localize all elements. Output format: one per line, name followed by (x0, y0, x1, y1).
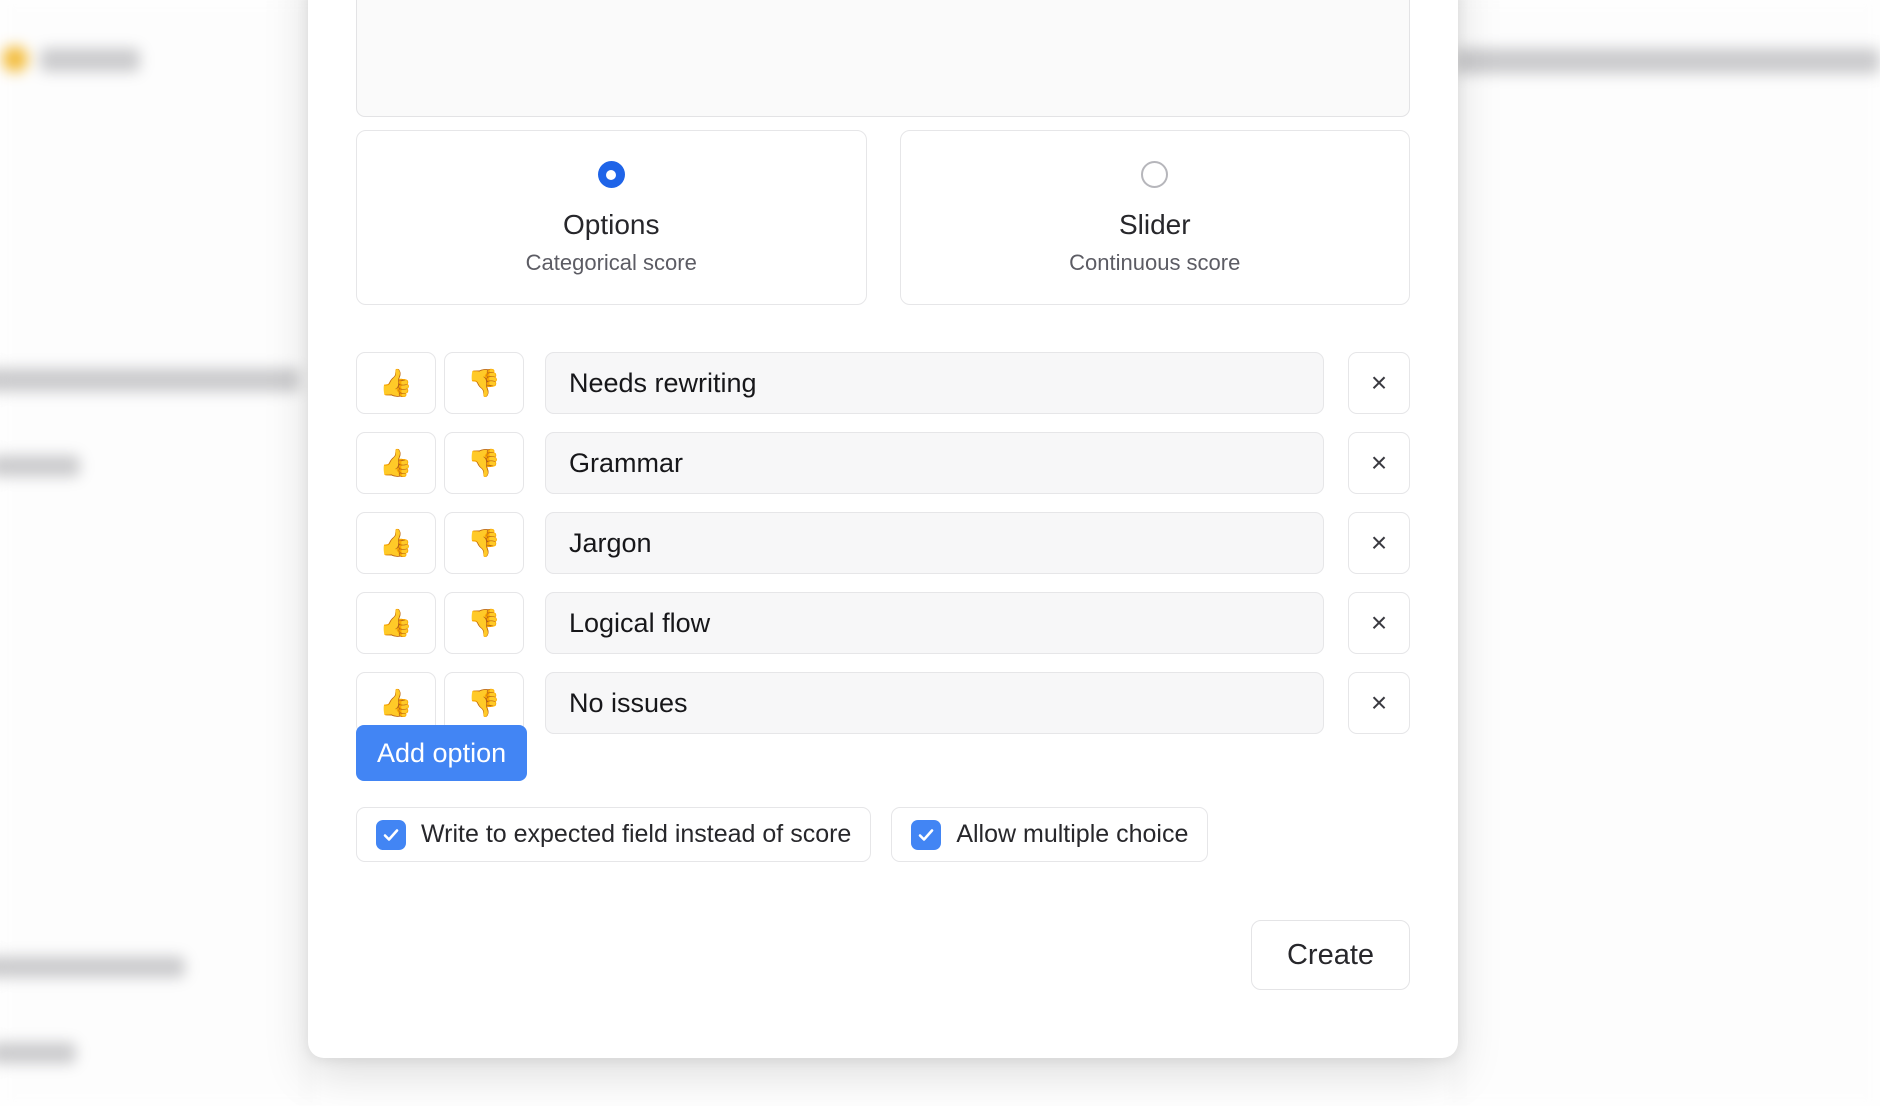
score-type-card-slider[interactable]: Slider Continuous score (899, 130, 1410, 305)
checkmark-icon (376, 819, 406, 850)
background-left-panel (0, 0, 310, 1106)
option-label-input[interactable] (545, 432, 1324, 494)
remove-option-icon[interactable]: × (1348, 592, 1410, 654)
thumbs-down-icon[interactable]: 👎 (444, 352, 524, 414)
score-type-subtitle: Continuous score (1069, 250, 1241, 275)
thumbs-up-icon[interactable]: 👍 (356, 352, 436, 414)
option-label-input[interactable] (545, 672, 1324, 734)
option-label-input[interactable] (545, 352, 1324, 414)
thumbs-up-icon[interactable]: 👍 (356, 432, 436, 494)
thumbs-down-icon[interactable]: 👎 (444, 512, 524, 574)
option-row: 👍 👎 × (356, 432, 1410, 494)
option-row: 👍 👎 × (356, 512, 1410, 574)
thumbs-up-icon[interactable]: 👍 (356, 592, 436, 654)
thumbs-down-icon[interactable]: 👎 (444, 432, 524, 494)
score-type-selector: Options Categorical score Slider Continu… (356, 130, 1410, 305)
option-row: 👍 👎 × (356, 592, 1410, 654)
background-emoji-dot (2, 46, 28, 72)
options-list: 👍 👎 × 👍 👎 × 👍 👎 × 👍 👎 × 👍 👎 (356, 352, 1410, 752)
option-label-input[interactable] (545, 512, 1324, 574)
background-text-blur (40, 48, 140, 72)
background-text-blur (1455, 48, 1880, 74)
score-type-title: Slider (1118, 209, 1191, 240)
description-textarea[interactable] (356, 0, 1410, 117)
background-text-blur (0, 956, 185, 978)
remove-option-icon[interactable]: × (1348, 352, 1410, 414)
background-text-blur (0, 455, 80, 477)
checkbox-label: Write to expected field instead of score (421, 820, 852, 848)
allow-multiple-choice-checkbox[interactable]: Allow multiple choice (891, 807, 1209, 862)
radio-unselected-icon[interactable] (1141, 161, 1169, 188)
option-label-input[interactable] (545, 592, 1324, 654)
add-option-button[interactable]: Add option (356, 725, 528, 781)
option-settings-row: Write to expected field instead of score… (356, 807, 1209, 862)
remove-option-icon[interactable]: × (1348, 672, 1410, 734)
background-right-panel (1455, 0, 1880, 1106)
thumbs-up-icon[interactable]: 👍 (356, 512, 436, 574)
score-type-subtitle: Categorical score (525, 250, 697, 275)
background-text-blur (0, 1042, 76, 1064)
thumbs-down-icon[interactable]: 👎 (444, 592, 524, 654)
write-to-expected-field-checkbox[interactable]: Write to expected field instead of score (356, 807, 872, 862)
checkbox-label: Allow multiple choice (956, 820, 1189, 848)
option-row: 👍 👎 × (356, 352, 1410, 414)
background-text-blur (0, 368, 300, 392)
score-type-card-options[interactable]: Options Categorical score (356, 130, 867, 305)
remove-option-icon[interactable]: × (1348, 432, 1410, 494)
create-score-modal: Options Categorical score Slider Continu… (308, 0, 1458, 1058)
radio-selected-icon[interactable] (597, 161, 625, 188)
checkmark-icon (911, 819, 942, 850)
create-button[interactable]: Create (1251, 920, 1410, 990)
score-type-title: Options (563, 209, 660, 240)
remove-option-icon[interactable]: × (1348, 512, 1410, 574)
